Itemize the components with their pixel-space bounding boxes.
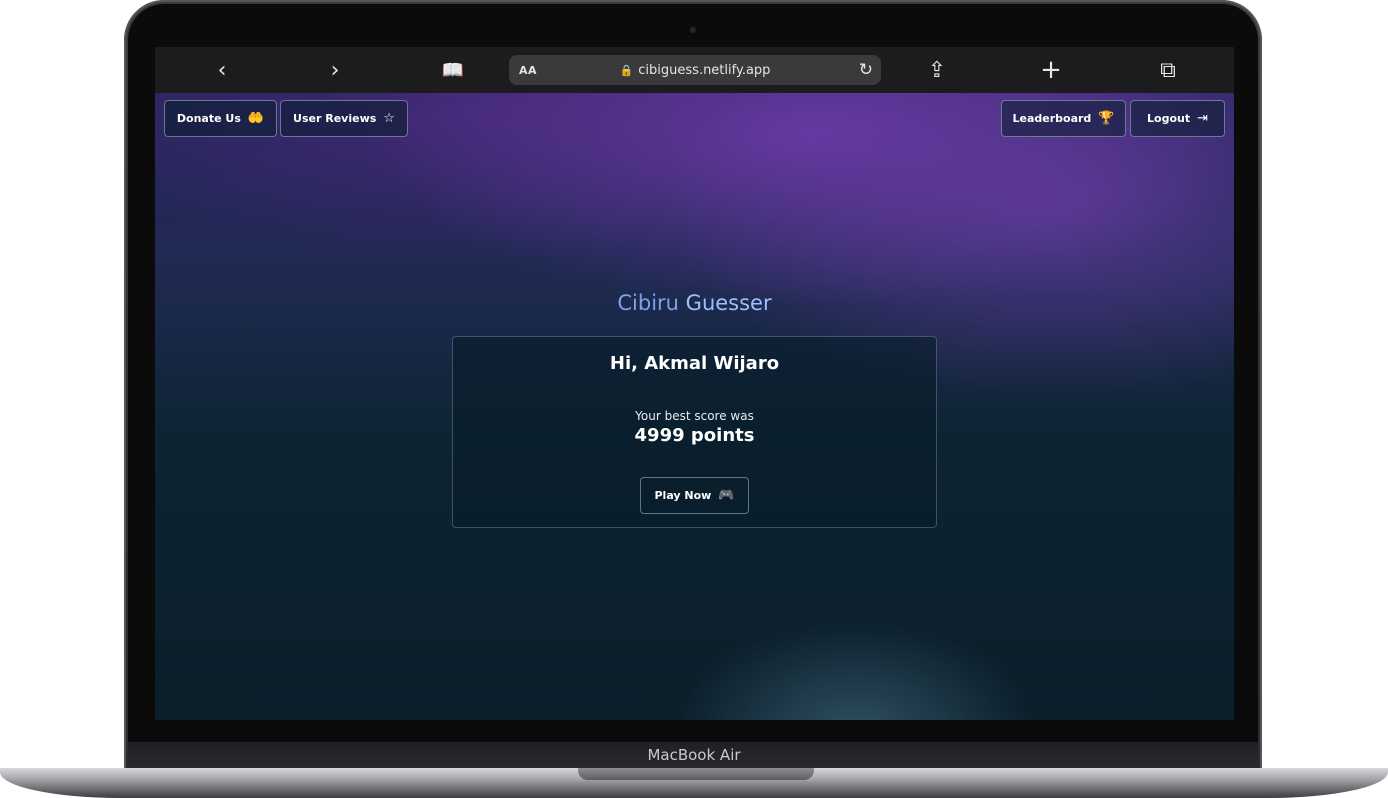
welcome-card: Hi, Akmal Wijaro Your best score was 499…	[452, 336, 937, 528]
device-label: MacBook Air	[647, 746, 741, 764]
app-title-part2: Guesser	[685, 291, 772, 315]
new-tab-icon[interactable]: +	[1031, 47, 1071, 93]
donate-button[interactable]: Donate Us 🤲	[164, 100, 277, 137]
logout-button[interactable]: Logout ⇥	[1130, 100, 1225, 137]
play-now-button[interactable]: Play Now 🎮	[640, 477, 749, 514]
gamepad-icon: 🎮	[718, 488, 735, 503]
greeting: Hi, Akmal Wijaro	[609, 353, 780, 374]
url-text: cibiguess.netlify.app	[638, 62, 771, 78]
laptop-base-notch	[578, 768, 814, 780]
screen: ‹ › 📖 AA 🔒 cibiguess.netlify.app ↻ ⇪ + ⧉ …	[155, 47, 1234, 720]
share-icon[interactable]: ⇪	[917, 47, 957, 93]
forward-icon[interactable]: ›	[315, 47, 355, 93]
app-title: Cibiru Guesser	[155, 291, 1234, 315]
back-icon[interactable]: ‹	[202, 47, 242, 93]
best-score-value: 4999 points	[634, 425, 755, 446]
user-reviews-button[interactable]: User Reviews ☆	[280, 100, 408, 137]
address-bar[interactable]: AA 🔒 cibiguess.netlify.app ↻	[509, 55, 881, 85]
url-display[interactable]: 🔒 cibiguess.netlify.app	[509, 63, 881, 78]
donate-icon: 🤲	[247, 111, 265, 126]
web-page: Donate Us 🤲 User Reviews ☆ Leaderboard 🏆…	[155, 93, 1234, 720]
camera	[690, 27, 696, 33]
app-title-part1: Cibiru	[617, 291, 679, 315]
donate-label: Donate Us	[176, 112, 241, 125]
lock-icon: 🔒	[619, 63, 634, 77]
logout-icon: ⇥	[1197, 111, 1208, 126]
leaderboard-label: Leaderboard	[1012, 112, 1092, 125]
bookmarks-icon[interactable]: 📖	[433, 47, 473, 93]
tabs-overview-icon[interactable]: ⧉	[1148, 47, 1188, 93]
play-now-label: Play Now	[654, 489, 712, 502]
trophy-icon: 🏆	[1098, 111, 1115, 126]
logout-label: Logout	[1147, 112, 1191, 125]
star-icon: ☆	[383, 111, 395, 126]
browser-toolbar: ‹ › 📖 AA 🔒 cibiguess.netlify.app ↻ ⇪ + ⧉	[155, 47, 1234, 93]
user-reviews-label: User Reviews	[293, 112, 377, 125]
best-score-label: Your best score was	[635, 409, 754, 423]
reload-icon[interactable]: ↻	[859, 60, 873, 80]
leaderboard-button[interactable]: Leaderboard 🏆	[1001, 100, 1126, 137]
